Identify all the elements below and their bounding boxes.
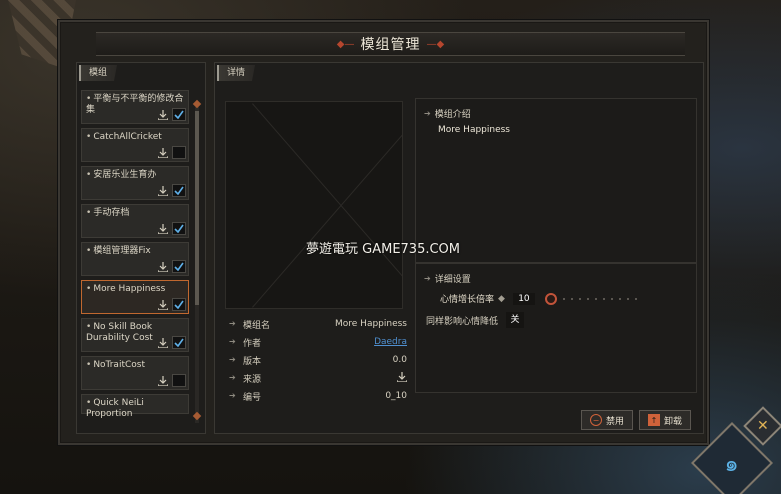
settings-section: ➔ 详细设置 心情增长倍率 ◆ 10 同样影响心情降低 关 — [415, 263, 697, 393]
arrow-icon: ➔ — [424, 109, 431, 118]
download-icon[interactable] — [156, 336, 170, 349]
mod-item-5[interactable]: • More Happiness — [81, 280, 189, 314]
info-row-id: ➔ 编号 0_10 — [229, 391, 407, 403]
mod-item-1[interactable]: • CatchAllCricket — [81, 128, 189, 162]
mod-list-scrollbar[interactable] — [195, 107, 199, 423]
download-icon — [396, 371, 408, 385]
watermark: 夢遊電玩 GAME735.COM — [306, 242, 461, 257]
download-icon[interactable] — [156, 374, 170, 387]
mod-item-8[interactable]: • Quick NeiLi Proportion — [81, 394, 189, 419]
download-icon[interactable] — [156, 222, 170, 235]
title-left-ornament: ◆— — [336, 38, 355, 50]
intro-text: More Happiness — [438, 125, 510, 135]
mod-name: • 安居乐业生育办 — [86, 170, 157, 180]
mod-preview-image — [225, 101, 403, 309]
affect-decrease-row: 同样影响心情降低 关 — [426, 312, 525, 328]
details-tab: 详情 — [217, 65, 256, 81]
disable-icon: − — [590, 414, 602, 426]
download-icon[interactable] — [156, 146, 170, 159]
upload-icon: ↑ — [648, 414, 660, 426]
download-icon[interactable] — [156, 298, 170, 311]
happiness-multiplier-row: 心情增长倍率 ◆ 10 — [440, 292, 641, 305]
mod-list-panel: 模组 • 平衡与不平衡的修改合集 • CatchAllCricket • 安居乐业生育… — [76, 62, 206, 434]
mod-item-7[interactable]: • NoTraitCost — [81, 356, 189, 390]
download-icon[interactable] — [156, 184, 170, 197]
author-link[interactable]: Daedra — [374, 337, 407, 347]
download-icon[interactable] — [156, 108, 170, 121]
mod-item-6[interactable]: • No Skill Book Durability Cost — [81, 318, 189, 352]
settings-header: ➔ 详细设置 — [424, 274, 471, 285]
mod-name: • More Happiness — [86, 284, 166, 294]
info-row-name: ➔ 模组名 More Happiness — [229, 319, 407, 331]
info-row-author: ➔ 作者 Daedra — [229, 337, 407, 349]
multiplier-value[interactable]: 10 — [512, 292, 535, 305]
mod-item-4[interactable]: • 模组管理器Fix — [81, 242, 189, 276]
download-icon[interactable] — [156, 260, 170, 273]
enable-checkbox[interactable] — [172, 108, 186, 121]
mod-name: • Quick NeiLi Proportion — [86, 398, 144, 419]
scroll-thumb[interactable] — [195, 111, 199, 305]
mod-item-2[interactable]: • 安居乐业生育办 — [81, 166, 189, 200]
enable-checkbox[interactable] — [172, 146, 186, 159]
mod-name: • 手动存档 — [86, 208, 130, 218]
mod-name: • NoTraitCost — [86, 360, 145, 370]
disable-button[interactable]: − 禁用 — [581, 410, 634, 430]
enable-checkbox[interactable] — [172, 374, 186, 387]
enable-checkbox[interactable] — [172, 260, 186, 273]
title-bar: ◆— 模组管理 —◆ — [96, 32, 685, 56]
affect-decrease-toggle[interactable]: 关 — [506, 312, 525, 328]
info-row-version: ➔ 版本 0.0 — [229, 355, 407, 367]
intro-header: ➔ 模组介绍 — [424, 109, 471, 120]
mod-list-tab: 模组 — [79, 65, 118, 81]
multiplier-slider[interactable] — [544, 292, 641, 305]
mod-name: • CatchAllCricket — [86, 132, 162, 142]
mod-item-0[interactable]: • 平衡与不平衡的修改合集 — [81, 90, 189, 124]
arrow-icon: ➔ — [229, 391, 236, 400]
mod-item-3[interactable]: • 手动存档 — [81, 204, 189, 238]
mod-name: • 模组管理器Fix — [86, 246, 151, 256]
slider-knob[interactable] — [544, 292, 557, 305]
arrow-icon: ➔ — [229, 319, 236, 328]
title-right-ornament: —◆ — [426, 38, 445, 50]
enable-checkbox[interactable] — [172, 298, 186, 311]
uninstall-button[interactable]: ↑ 卸载 — [639, 410, 692, 430]
arrow-icon: ➔ — [229, 355, 236, 364]
arrow-icon: ➔ — [229, 373, 236, 382]
info-row-source: ➔ 来源 — [229, 370, 408, 386]
arrow-icon: ➔ — [229, 337, 236, 346]
enable-checkbox[interactable] — [172, 184, 186, 197]
enable-checkbox[interactable] — [172, 336, 186, 349]
enable-checkbox[interactable] — [172, 222, 186, 235]
window-title: 模组管理 — [360, 37, 421, 53]
arrow-icon: ➔ — [424, 274, 431, 283]
